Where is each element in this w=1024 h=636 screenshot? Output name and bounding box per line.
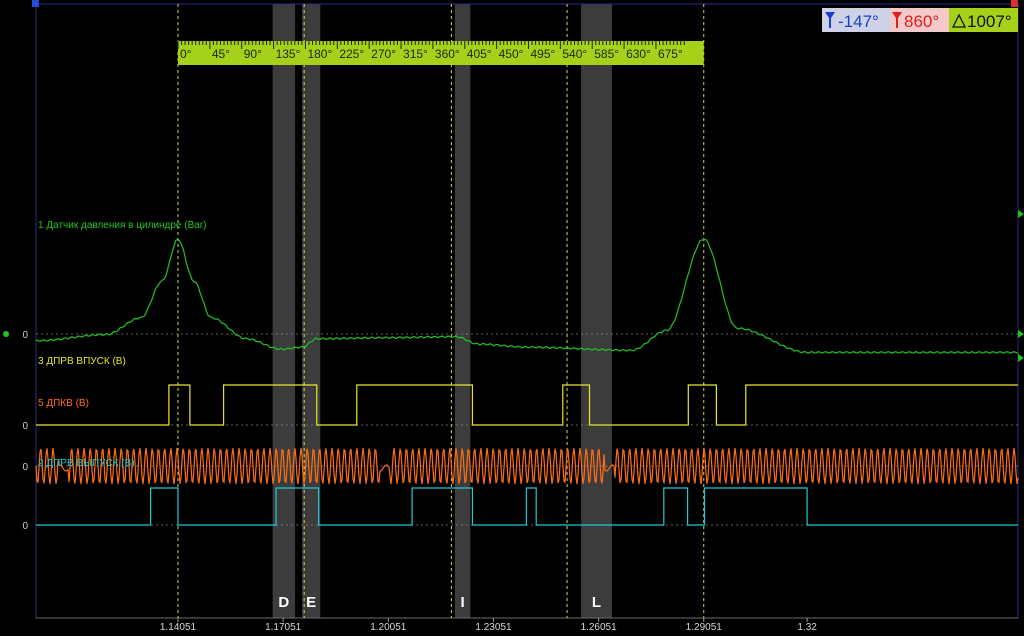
delta-value: 1007° (967, 12, 1012, 31)
x-tick-label: 1.23051 (475, 622, 512, 633)
angle-tick-label: 45° (212, 47, 230, 61)
angle-tick-label: 225° (339, 47, 364, 61)
cursor-b-value[interactable]: 860° (904, 12, 939, 31)
angle-tick-label: 495° (531, 47, 556, 61)
angle-tick-label: 405° (467, 47, 492, 61)
angle-tick-label: 360° (435, 47, 460, 61)
zero-level-label: 0 (22, 330, 28, 341)
region-letter-label: D (278, 594, 289, 611)
angle-tick-label: 0° (180, 47, 192, 61)
x-tick-label: 1.20051 (370, 622, 407, 633)
oscilloscope-chart[interactable]: DE I L 0 1 Датчик давления в цилиндре (Bar)… (0, 0, 1024, 636)
angle-tick-label: 90° (244, 47, 262, 61)
x-tick-label: 1.14051 (160, 622, 197, 633)
angle-tick-label: 180° (307, 47, 332, 61)
angle-tick-label: 540° (562, 47, 587, 61)
angle-scale: 0° 45° 90° 135° 180° 225° 270° 315° 360° 405° 450°… (177, 41, 704, 65)
region-letter-label: E (306, 594, 316, 611)
series-name-label: 2 ДПРВ ВЫПУСК (В) (38, 458, 135, 469)
angle-tick-label: 630° (626, 47, 651, 61)
angle-tick-label: 270° (371, 47, 396, 61)
x-tick-label: 1.26051 (581, 622, 618, 633)
series-name-label: 1 Датчик давления в цилиндре (Bar) (38, 220, 206, 231)
shaded-region (581, 4, 612, 618)
left-offset-marker[interactable] (3, 331, 9, 337)
x-tick-label: 1.29051 (686, 622, 723, 633)
cursor-a-value[interactable]: -147° (838, 12, 879, 31)
angle-tick-label: 135° (276, 47, 301, 61)
zero-level-label: 0 (22, 521, 28, 532)
x-tick-label: 1.32 (797, 622, 817, 633)
zero-level-label: 0 (22, 462, 28, 473)
series-name-label: 5 ДПКВ (В) (38, 398, 89, 409)
chart-background (0, 0, 1024, 636)
angle-tick-label: 450° (499, 47, 524, 61)
series-name-label: 3 ДПРВ ВПУСК (В) (38, 356, 126, 367)
angle-tick-label: 315° (403, 47, 428, 61)
cursor-badges: -147° 860° 1007° (822, 8, 1018, 32)
region-letter-label: I (461, 594, 465, 611)
zero-level-label: 0 (22, 421, 28, 432)
angle-tick-label: 675° (658, 47, 683, 61)
left-channel-marker (32, 0, 39, 7)
shaded-region (454, 4, 471, 618)
x-tick-label: 1.17051 (265, 622, 302, 633)
right-channel-marker (1011, 0, 1018, 7)
angle-tick-label: 585° (594, 47, 619, 61)
region-letter-label: L (592, 594, 601, 611)
shaded-region (272, 4, 296, 618)
shaded-region (302, 4, 321, 618)
